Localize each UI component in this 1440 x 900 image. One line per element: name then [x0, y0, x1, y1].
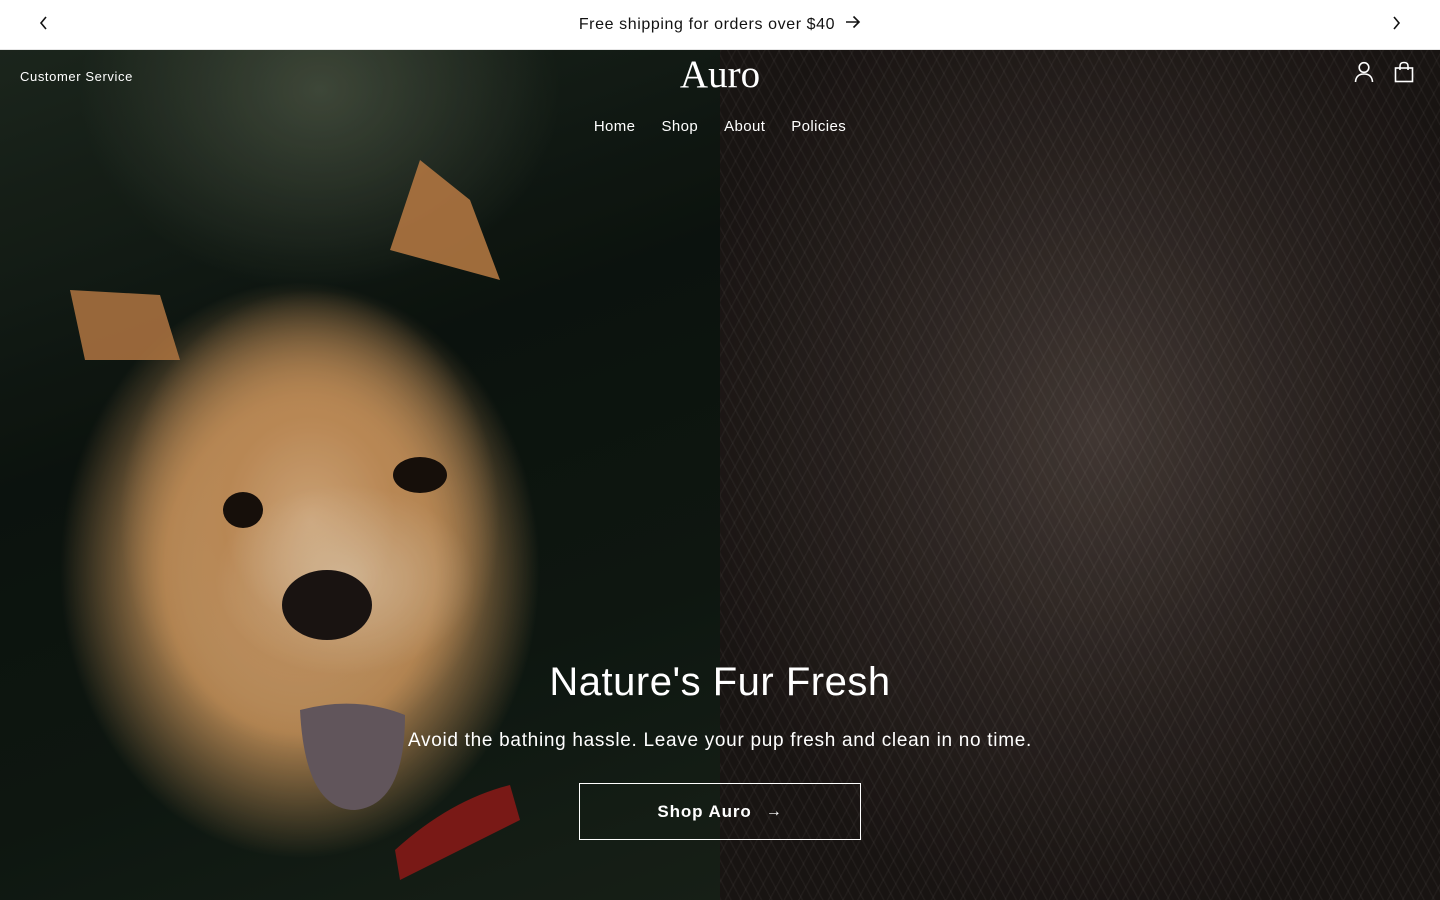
- announcement-prev-button[interactable]: [20, 0, 68, 50]
- cart-button[interactable]: [1388, 58, 1420, 90]
- main-nav: Home Shop About Policies: [0, 118, 1440, 135]
- chevron-left-icon: [39, 15, 49, 35]
- hero-title: Nature's Fur Fresh: [549, 660, 891, 704]
- arrow-right-icon: →: [765, 802, 783, 820]
- announcement-next-button[interactable]: [1372, 0, 1420, 50]
- nav-item-about[interactable]: About: [724, 118, 765, 135]
- account-button[interactable]: [1348, 58, 1380, 90]
- shop-auro-label: Shop Auro: [657, 801, 752, 821]
- cart-icon: [1394, 61, 1414, 88]
- hero-subtitle: Avoid the bathing hassle. Leave your pup…: [408, 730, 1032, 751]
- arrow-right-icon: [845, 15, 861, 34]
- nav-item-shop[interactable]: Shop: [661, 118, 698, 135]
- customer-service-link[interactable]: Customer Service: [20, 69, 133, 84]
- announcement-link[interactable]: Free shipping for orders over $40: [579, 15, 861, 34]
- site-header: Customer Service Auro Home Shop About Po…: [0, 50, 1440, 160]
- site-logo[interactable]: Auro: [620, 52, 820, 97]
- account-icon: [1354, 61, 1374, 88]
- nav-item-home[interactable]: Home: [594, 118, 636, 135]
- nav-item-policies[interactable]: Policies: [791, 118, 846, 135]
- announcement-bar: Free shipping for orders over $40: [0, 0, 1440, 50]
- hero-content: Nature's Fur Fresh Avoid the bathing has…: [0, 658, 1440, 840]
- chevron-right-icon: [1391, 15, 1401, 35]
- announcement-text: Free shipping for orders over $40: [578, 15, 836, 33]
- header-actions: [1348, 58, 1420, 90]
- shop-auro-button[interactable]: Shop Auro →: [579, 783, 861, 840]
